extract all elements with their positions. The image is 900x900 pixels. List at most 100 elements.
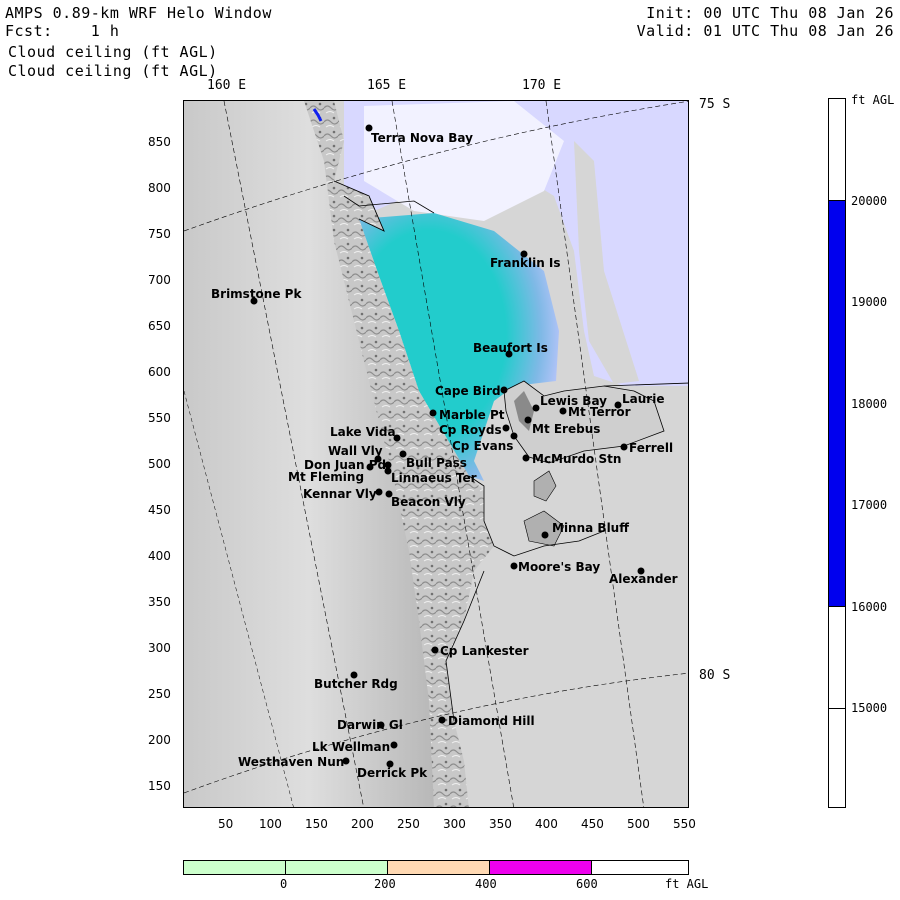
height-colorbar — [183, 860, 689, 875]
label-moores-bay: Moore's Bay — [518, 560, 600, 574]
ceiling-colorbar-divider-2 — [829, 606, 845, 607]
y-tick-400: 400 — [148, 549, 171, 563]
field-title-2: Cloud ceiling (ft AGL) — [8, 62, 218, 80]
x-tick-400: 400 — [535, 817, 558, 831]
label-beaufort-is: Beaufort Is — [473, 341, 548, 355]
label-mcmurdo-stn: McMurdo Stn — [532, 452, 621, 466]
y-tick-450: 450 — [148, 503, 171, 517]
label-linnaeus-ter: Linnaeus Ter — [391, 471, 477, 485]
label-beacon-vly: Beacon Vly — [391, 495, 466, 509]
height-colorbar-seg-2 — [286, 861, 388, 874]
dot-minna-bluff — [541, 531, 549, 539]
x-tick-200: 200 — [351, 817, 374, 831]
label-laurie: Laurie — [622, 392, 664, 406]
height-colorbar-seg-3 — [388, 861, 490, 874]
dot-ferrell — [620, 443, 628, 451]
label-alexander: Alexander — [609, 572, 678, 586]
y-tick-150: 150 — [148, 779, 171, 793]
label-butcher-rdg: Butcher Rdg — [314, 677, 398, 691]
label-cp-royds: Cp Royds — [439, 423, 502, 437]
lat-label-75s: 75 S — [699, 97, 731, 112]
ceiling-tick-19000: 19000 — [851, 295, 888, 309]
dot-mt-terror — [559, 407, 567, 415]
label-terra-nova-bay: Terra Nova Bay — [371, 131, 473, 145]
y-tick-200: 200 — [148, 733, 171, 747]
x-tick-100: 100 — [259, 817, 282, 831]
ceiling-tick-16000: 16000 — [851, 600, 888, 614]
label-diamond-hill: Diamond Hill — [448, 714, 535, 728]
dot-mcmurdo-stn — [522, 454, 530, 462]
y-tick-500: 500 — [148, 457, 171, 471]
init-time: Init: 00 UTC Thu 08 Jan 26 — [646, 4, 894, 22]
dot-lk-wellman — [390, 741, 398, 749]
y-tick-650: 650 — [148, 319, 171, 333]
label-mt-terror: Mt Terror — [568, 405, 631, 419]
height-colorbar-seg-1 — [184, 861, 286, 874]
field-title-1: Cloud ceiling (ft AGL) — [8, 43, 218, 61]
x-tick-500: 500 — [627, 817, 650, 831]
ceiling-colorbar — [828, 98, 846, 808]
label-cape-bird: Cape Bird — [435, 384, 501, 398]
x-tick-350: 350 — [489, 817, 512, 831]
ceiling-tick-20000: 20000 — [851, 194, 888, 208]
label-westhaven-nun: Westhaven Nun — [238, 755, 344, 769]
label-derrick-pk: Derrick Pk — [357, 766, 428, 780]
height-colorbar-seg-5 — [592, 861, 688, 874]
label-franklin-is: Franklin Is — [490, 256, 561, 270]
label-bull-pass: Bull Pass — [406, 456, 467, 470]
label-darwin-gl: Darwin Gl — [337, 718, 403, 732]
dot-cp-royds — [502, 424, 510, 432]
label-lk-wellman: Lk Wellman — [312, 740, 390, 754]
dot-mt-erebus — [524, 416, 532, 424]
label-kennar-vly: Kennar Vly — [303, 487, 377, 501]
x-tick-250: 250 — [397, 817, 420, 831]
label-ferrell: Ferrell — [629, 441, 673, 455]
dot-lewis-bay — [532, 404, 540, 412]
label-cp-evans: Cp Evans — [452, 439, 513, 453]
x-tick-150: 150 — [305, 817, 328, 831]
model-title: AMPS 0.89-km WRF Helo Window — [5, 4, 272, 22]
x-tick-450: 450 — [581, 817, 604, 831]
label-mt-fleming: Mt Fleming — [288, 470, 364, 484]
y-tick-550: 550 — [148, 411, 171, 425]
label-marble-pt: Marble Pt — [439, 408, 505, 422]
map-panel: Terra Nova Bay Franklin Is Brimstone Pk … — [183, 100, 689, 808]
label-minna-bluff: Minna Bluff — [552, 521, 629, 535]
x-tick-300: 300 — [443, 817, 466, 831]
height-tick-0: 0 — [280, 877, 288, 891]
x-tick-50: 50 — [218, 817, 234, 831]
height-tick-200: 200 — [374, 877, 396, 891]
ceiling-colorbar-blue-band — [829, 200, 845, 606]
height-colorbar-unit: ft AGL — [665, 877, 709, 891]
height-tick-600: 600 — [576, 877, 598, 891]
dot-moores-bay — [510, 562, 518, 570]
y-tick-700: 700 — [148, 273, 171, 287]
lon-label-160e: 160 E — [207, 78, 247, 93]
y-tick-800: 800 — [148, 181, 171, 195]
ceiling-colorbar-unit: ft AGL — [851, 93, 895, 107]
x-tick-550: 550 — [673, 817, 696, 831]
dot-cape-bird — [500, 386, 508, 394]
ceiling-colorbar-divider-1 — [829, 200, 845, 201]
forecast-hour: Fcst: 1 h — [5, 22, 120, 40]
height-tick-400: 400 — [475, 877, 497, 891]
ceiling-tick-18000: 18000 — [851, 397, 888, 411]
label-lake-vida: Lake Vida — [330, 425, 396, 439]
label-wall-vly: Wall Vly — [328, 444, 383, 458]
lon-label-170e: 170 E — [522, 78, 562, 93]
ceiling-tick-17000: 17000 — [851, 498, 888, 512]
y-tick-750: 750 — [148, 227, 171, 241]
dot-diamond-hill — [438, 716, 446, 724]
map-svg: Terra Nova Bay Franklin Is Brimstone Pk … — [184, 101, 688, 807]
label-brimstone-pk: Brimstone Pk — [211, 287, 302, 301]
lat-label-80s: 80 S — [699, 668, 731, 683]
y-tick-250: 250 — [148, 687, 171, 701]
label-cp-lankester: Cp Lankester — [440, 644, 529, 658]
y-tick-850: 850 — [148, 135, 171, 149]
label-mt-erebus: Mt Erebus — [532, 422, 600, 436]
valid-time: Valid: 01 UTC Thu 08 Jan 26 — [636, 22, 894, 40]
lon-label-165e: 165 E — [367, 78, 407, 93]
dot-cp-lankester — [431, 646, 439, 654]
height-colorbar-seg-4 — [490, 861, 592, 874]
ceiling-colorbar-divider-3 — [829, 708, 845, 709]
